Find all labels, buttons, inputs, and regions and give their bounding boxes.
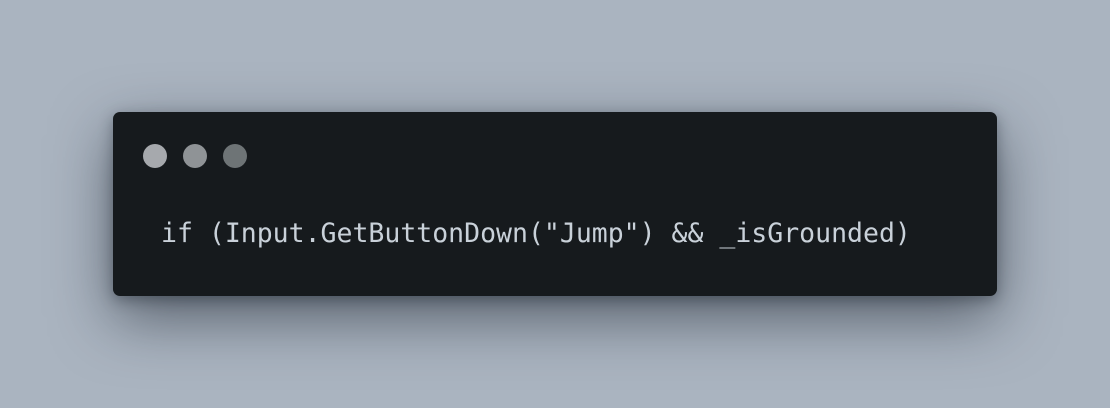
code-line: if (Input.GetButtonDown("Jump") && _isGr… — [161, 218, 911, 249]
canvas-background: if (Input.GetButtonDown("Jump") && _isGr… — [0, 0, 1110, 408]
window-control-dot-2 — [183, 144, 207, 168]
window-control-dot-1 — [143, 144, 167, 168]
code-snippet-window: if (Input.GetButtonDown("Jump") && _isGr… — [113, 112, 997, 296]
window-controls — [143, 144, 247, 168]
window-control-dot-3 — [223, 144, 247, 168]
